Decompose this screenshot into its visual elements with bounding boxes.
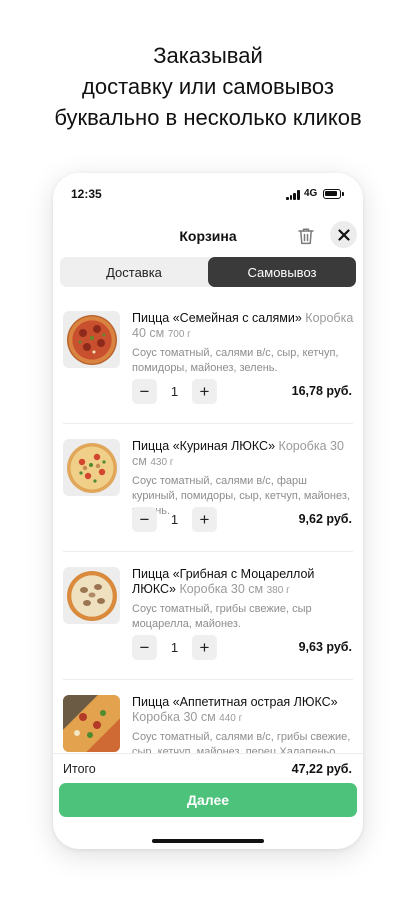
quantity-value: 1	[170, 512, 179, 527]
minus-icon: −	[139, 509, 150, 529]
product-title: Пицца «Аппетитная острая ЛЮКС» Коробка 3…	[132, 695, 355, 726]
headline-line-1: Заказывай	[153, 43, 263, 68]
network-type: 4G	[304, 188, 318, 199]
cart-item: Пицца «Семейная с салями» Коробка 40 см …	[53, 295, 363, 423]
quantity-value: 1	[170, 384, 179, 399]
next-button[interactable]: Далее	[59, 783, 357, 817]
product-image	[63, 695, 120, 752]
product-description: Соус томатный, грибы свежие, сыр моцарел…	[132, 603, 312, 630]
product-weight: 440 г	[219, 713, 243, 724]
quantity-stepper: − 1 +	[132, 635, 217, 660]
item-price: 16,78 руб.	[291, 384, 352, 398]
plus-button[interactable]: +	[192, 379, 217, 404]
tab-delivery[interactable]: Доставка	[60, 257, 208, 287]
minus-button[interactable]: −	[132, 635, 157, 660]
page-title: Корзина	[179, 228, 237, 244]
cart-item: Пицца «Грибная с Моцареллой ЛЮКС» Коробк…	[53, 551, 363, 679]
total-label: Итого	[63, 762, 96, 776]
product-name: Пицца «Куриная ЛЮКС»	[132, 439, 276, 453]
plus-icon: +	[199, 509, 210, 529]
minus-icon: −	[139, 381, 150, 401]
product-image	[63, 439, 120, 496]
product-weight: 430 г	[150, 457, 174, 468]
promo-headline: Заказывай доставку или самовывоз букваль…	[0, 40, 416, 133]
headline-line-3: буквально в несколько кликов	[54, 105, 362, 130]
delivery-mode-toggle: Доставка Самовывоз	[60, 257, 356, 287]
status-bar: 12:35 4G	[53, 173, 363, 217]
cart-items-list[interactable]: Пицца «Семейная с салями» Коробка 40 см …	[53, 295, 363, 753]
item-price: 9,63 руб.	[298, 640, 352, 654]
product-name: Пицца «Семейная с салями»	[132, 311, 302, 325]
product-description: Соус томатный, салями в/с, сыр, кетчуп, …	[132, 347, 339, 374]
home-indicator[interactable]	[152, 839, 264, 843]
plus-button[interactable]: +	[192, 635, 217, 660]
product-weight: 700 г	[167, 329, 191, 340]
cart-item: Пицца «Куриная ЛЮКС» Коробка 30 см 430 г…	[53, 423, 363, 551]
cart-item: Пицца «Аппетитная острая ЛЮКС» Коробка 3…	[53, 679, 363, 753]
close-icon	[337, 228, 350, 241]
product-name: Пицца «Аппетитная острая ЛЮКС»	[132, 695, 338, 709]
product-description: Соус томатный, салями в/с, грибы свежие,…	[132, 731, 351, 753]
product-title: Пицца «Семейная с салями» Коробка 40 см …	[132, 311, 355, 342]
product-image	[63, 567, 120, 624]
battery-icon	[323, 189, 344, 199]
close-button[interactable]	[330, 221, 357, 248]
product-pack: Коробка 30 см	[179, 582, 264, 596]
headline-line-2: доставку или самовывоз	[82, 74, 334, 99]
minus-button[interactable]: −	[132, 379, 157, 404]
quantity-value: 1	[170, 640, 179, 655]
minus-icon: −	[139, 637, 150, 657]
product-weight: 380 г	[266, 585, 290, 596]
order-total: Итого 47,22 руб.	[53, 753, 363, 781]
quantity-stepper: − 1 +	[132, 507, 217, 532]
tab-pickup[interactable]: Самовывоз	[208, 257, 356, 287]
item-price: 9,62 руб.	[298, 512, 352, 526]
plus-button[interactable]: +	[192, 507, 217, 532]
product-title: Пицца «Куриная ЛЮКС» Коробка 30 см 430 г	[132, 439, 355, 470]
cart-header: Корзина	[53, 217, 363, 255]
phone-frame: 12:35 4G Корзина Доставка Самовывоз Пицц…	[53, 173, 363, 849]
signal-icon	[286, 190, 300, 200]
minus-button[interactable]: −	[132, 507, 157, 532]
product-image	[63, 311, 120, 368]
product-pack: Коробка 30 см	[132, 710, 216, 724]
status-time: 12:35	[71, 187, 102, 201]
product-title: Пицца «Грибная с Моцареллой ЛЮКС» Коробк…	[132, 567, 355, 598]
quantity-stepper: − 1 +	[132, 379, 217, 404]
total-value: 47,22 руб.	[291, 762, 352, 776]
trash-icon[interactable]	[297, 226, 315, 246]
plus-icon: +	[199, 381, 210, 401]
plus-icon: +	[199, 637, 210, 657]
